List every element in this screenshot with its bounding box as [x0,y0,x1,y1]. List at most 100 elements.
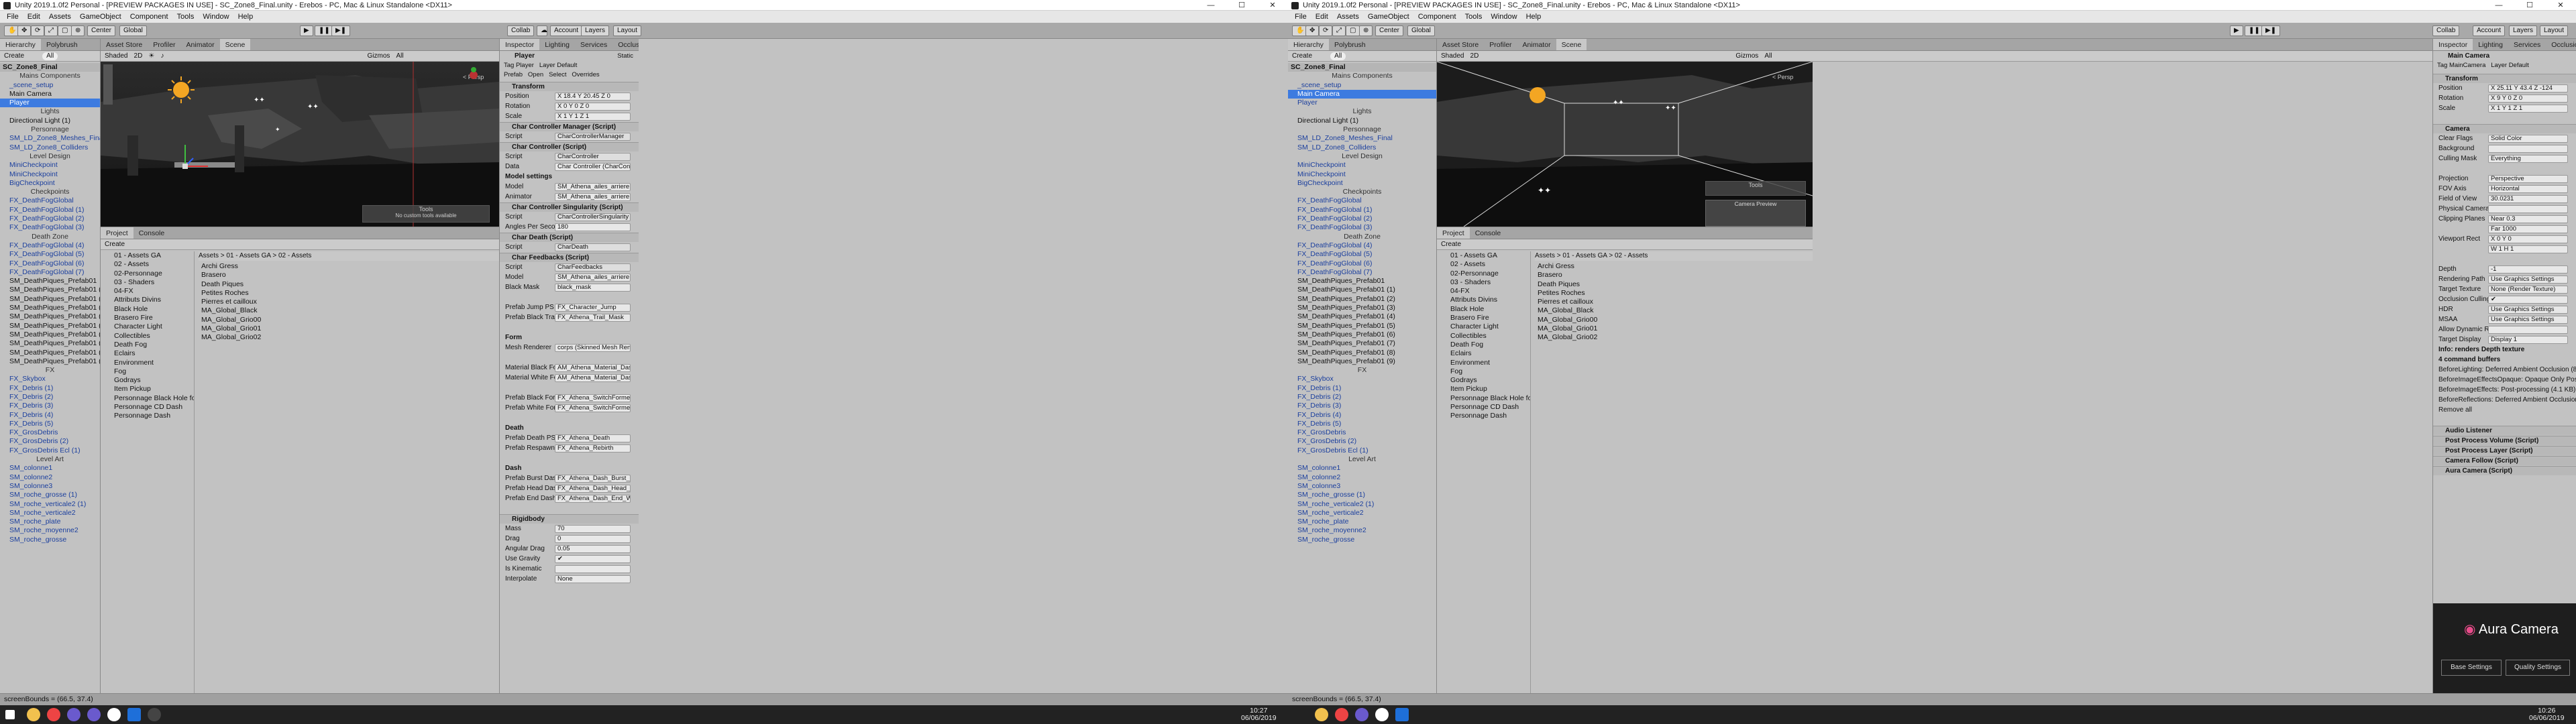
hierarchy-item[interactable]: FX_Debris (3) [1288,402,1436,410]
tab-console[interactable]: Console [133,227,170,239]
play-button[interactable]: ▶ [2230,25,2243,36]
photoshop-icon[interactable] [1395,708,1409,721]
tag-dropdown[interactable]: MainCamera [2449,62,2485,69]
tab-services[interactable]: Services [2508,39,2546,50]
hierarchy-item[interactable]: FX_Debris (4) [1288,411,1436,420]
asset-item[interactable]: Archi Gress [1538,262,1813,271]
menu-edit[interactable]: Edit [28,11,40,23]
folder-item[interactable]: Brasero Fire [114,314,194,322]
hierarchy-item[interactable]: FX_DeathFogGlobal (1) [1288,206,1436,215]
hierarchy-item[interactable]: FX_GrosDebris [0,428,100,437]
hierarchy-item[interactable]: FX_Debris (3) [0,402,100,410]
hierarchy-item[interactable]: BigCheckpoint [1288,179,1436,188]
asset-item[interactable]: MA_Global_Grio00 [1538,316,1813,324]
tab-inspector[interactable]: Inspector [500,39,540,50]
asset-item[interactable]: MA_Global_Grio00 [201,316,499,324]
account-dropdown[interactable]: Account [2473,25,2506,36]
menu-component[interactable]: Component [1418,11,1456,23]
component-header[interactable]: Post Process Volume (Script) [2433,436,2576,445]
field-value[interactable]: Use Graphics Settings [2488,276,2568,284]
hierarchy-item[interactable]: FX_Debris (5) [0,420,100,428]
hierarchy-item[interactable]: FX_GrosDebris (2) [1288,437,1436,446]
collab-button[interactable]: Collab [507,25,535,36]
tab-asset-store[interactable]: Asset Store [1437,39,1484,50]
field-value[interactable]: X 9 Y 0 Z 0 [2488,95,2568,103]
hierarchy-item[interactable]: FX_GrosDebris (2) [0,437,100,446]
move-tool-button[interactable]: ✥ [1305,25,1320,36]
scene-search[interactable]: All [1764,51,1772,61]
folder-item[interactable]: Item Pickup [1450,385,1530,394]
cloud-icon[interactable]: ☁ [537,25,547,36]
component-header[interactable]: Transform [2433,74,2576,83]
field-value[interactable]: FX_Athena_SwitchForme_Black [555,394,631,402]
hierarchy-item[interactable]: SM_roche_moyenne2 [0,526,100,535]
clock[interactable]: 10:26 06/06/2019 [2529,707,2565,722]
component-header[interactable]: Char Death (Script) [500,233,639,242]
folder-item[interactable]: Fog [114,367,194,376]
prefab-open-button[interactable]: Open [528,71,543,78]
folder-item[interactable]: Death Fog [1450,341,1530,349]
prefab-select-button[interactable]: Select [549,71,566,78]
unity-icon[interactable] [1375,708,1389,721]
field-value[interactable]: CharController [555,153,631,161]
app-icon[interactable] [148,708,161,721]
hierarchy-item[interactable]: FX_Skybox [1288,375,1436,383]
folder-item[interactable]: Personnage CD Dash [1450,403,1530,412]
close-button[interactable]: ✕ [2545,0,2576,11]
asset-item[interactable]: MA_Global_Black [201,306,499,315]
field-value[interactable]: black_mask [555,284,631,292]
folder-item[interactable]: Black Hole [114,305,194,314]
minimize-button[interactable]: — [2483,0,2514,11]
light-icon[interactable]: ☀ [148,51,154,61]
hierarchy-item[interactable]: FX_DeathFogGlobal (2) [0,215,100,223]
hierarchy-item[interactable]: SM_LD_Zone8_Meshes_Final [1288,134,1436,143]
menu-gameobject[interactable]: GameObject [80,11,121,23]
clock[interactable]: 10:27 06/06/2019 [1241,707,1277,722]
folder-item[interactable]: Environment [114,359,194,367]
field-value[interactable]: CharControllerManager [555,133,631,141]
static-toggle[interactable]: Static [617,52,633,60]
hierarchy-item[interactable]: FX_Debris (2) [0,393,100,402]
hierarchy-item[interactable]: SM_colonne3 [0,482,100,491]
start-icon[interactable] [5,710,15,719]
hierarchy-item[interactable]: SM_DeathPiques_Prefab01 (6) [0,330,100,339]
component-header[interactable]: Audio Listener [2433,426,2576,435]
create-dropdown[interactable]: Create [1292,51,1312,61]
hierarchy-item[interactable]: FX_Debris (1) [1288,384,1436,393]
hierarchy-item[interactable]: SM_DeathPiques_Prefab01 (7) [0,339,100,348]
folder-item[interactable]: Personnage CD Dash [114,403,194,412]
hierarchy-item[interactable]: FX_DeathFogGlobal (6) [0,259,100,268]
asset-item[interactable]: MA_Global_Grio01 [201,324,499,333]
folder-item[interactable]: Attributs Divins [114,296,194,304]
close-button[interactable]: ✕ [1257,0,1288,11]
tab-project[interactable]: Project [1437,227,1470,239]
rect-tool-button[interactable]: ▢ [1346,25,1360,36]
2d-toggle[interactable]: 2D [134,51,143,61]
folder-item[interactable]: Brasero Fire [1450,314,1530,322]
menu-tools[interactable]: Tools [1465,11,1483,23]
layout-dropdown[interactable]: Layout [2540,25,2569,36]
field-value[interactable]: X 18.4 Y 20.45 Z 0 [555,93,631,101]
component-header[interactable]: Aura Camera (Script) [2433,466,2576,475]
app-icon[interactable] [1355,708,1368,721]
hierarchy-item[interactable]: FX_DeathFogGlobal (5) [1288,250,1436,259]
hierarchy-item[interactable]: SM_DeathPiques_Prefab01 (1) [0,286,100,294]
field-value[interactable]: SM_Athena_ailes_arriere (4) [555,274,631,282]
move-tool-button[interactable]: ✥ [17,25,32,36]
tab-polybrush[interactable]: Polybrush [1329,39,1371,50]
scene-search[interactable]: All [396,51,403,61]
rect-tool-button[interactable]: ▢ [58,25,72,36]
field-value[interactable]: ✔ [555,555,631,563]
hierarchy-item[interactable]: SM_DeathPiques_Prefab01 (8) [1288,349,1436,357]
folder-item[interactable]: Personnage Black Hole form [1450,394,1530,403]
field-value[interactable]: FX_Athena_SwitchForme_White [555,404,631,412]
field-value[interactable]: X 1 Y 1 Z 1 [555,113,631,121]
folder-item[interactable]: Godrays [1450,376,1530,385]
rotate-tool-button[interactable]: ⟳ [31,25,45,36]
hierarchy-item[interactable]: SM_roche_verticale2 (1) [0,500,100,509]
scale-tool-button[interactable]: ⤢ [44,25,58,36]
project-breadcrumb[interactable]: Assets > 01 - Assets GA > 02 - Assets [199,251,499,261]
hierarchy-item[interactable]: Player [0,99,100,108]
field-value[interactable]: CharDeath [555,243,631,251]
gizmos-dropdown[interactable]: Gizmos [1735,51,1758,61]
